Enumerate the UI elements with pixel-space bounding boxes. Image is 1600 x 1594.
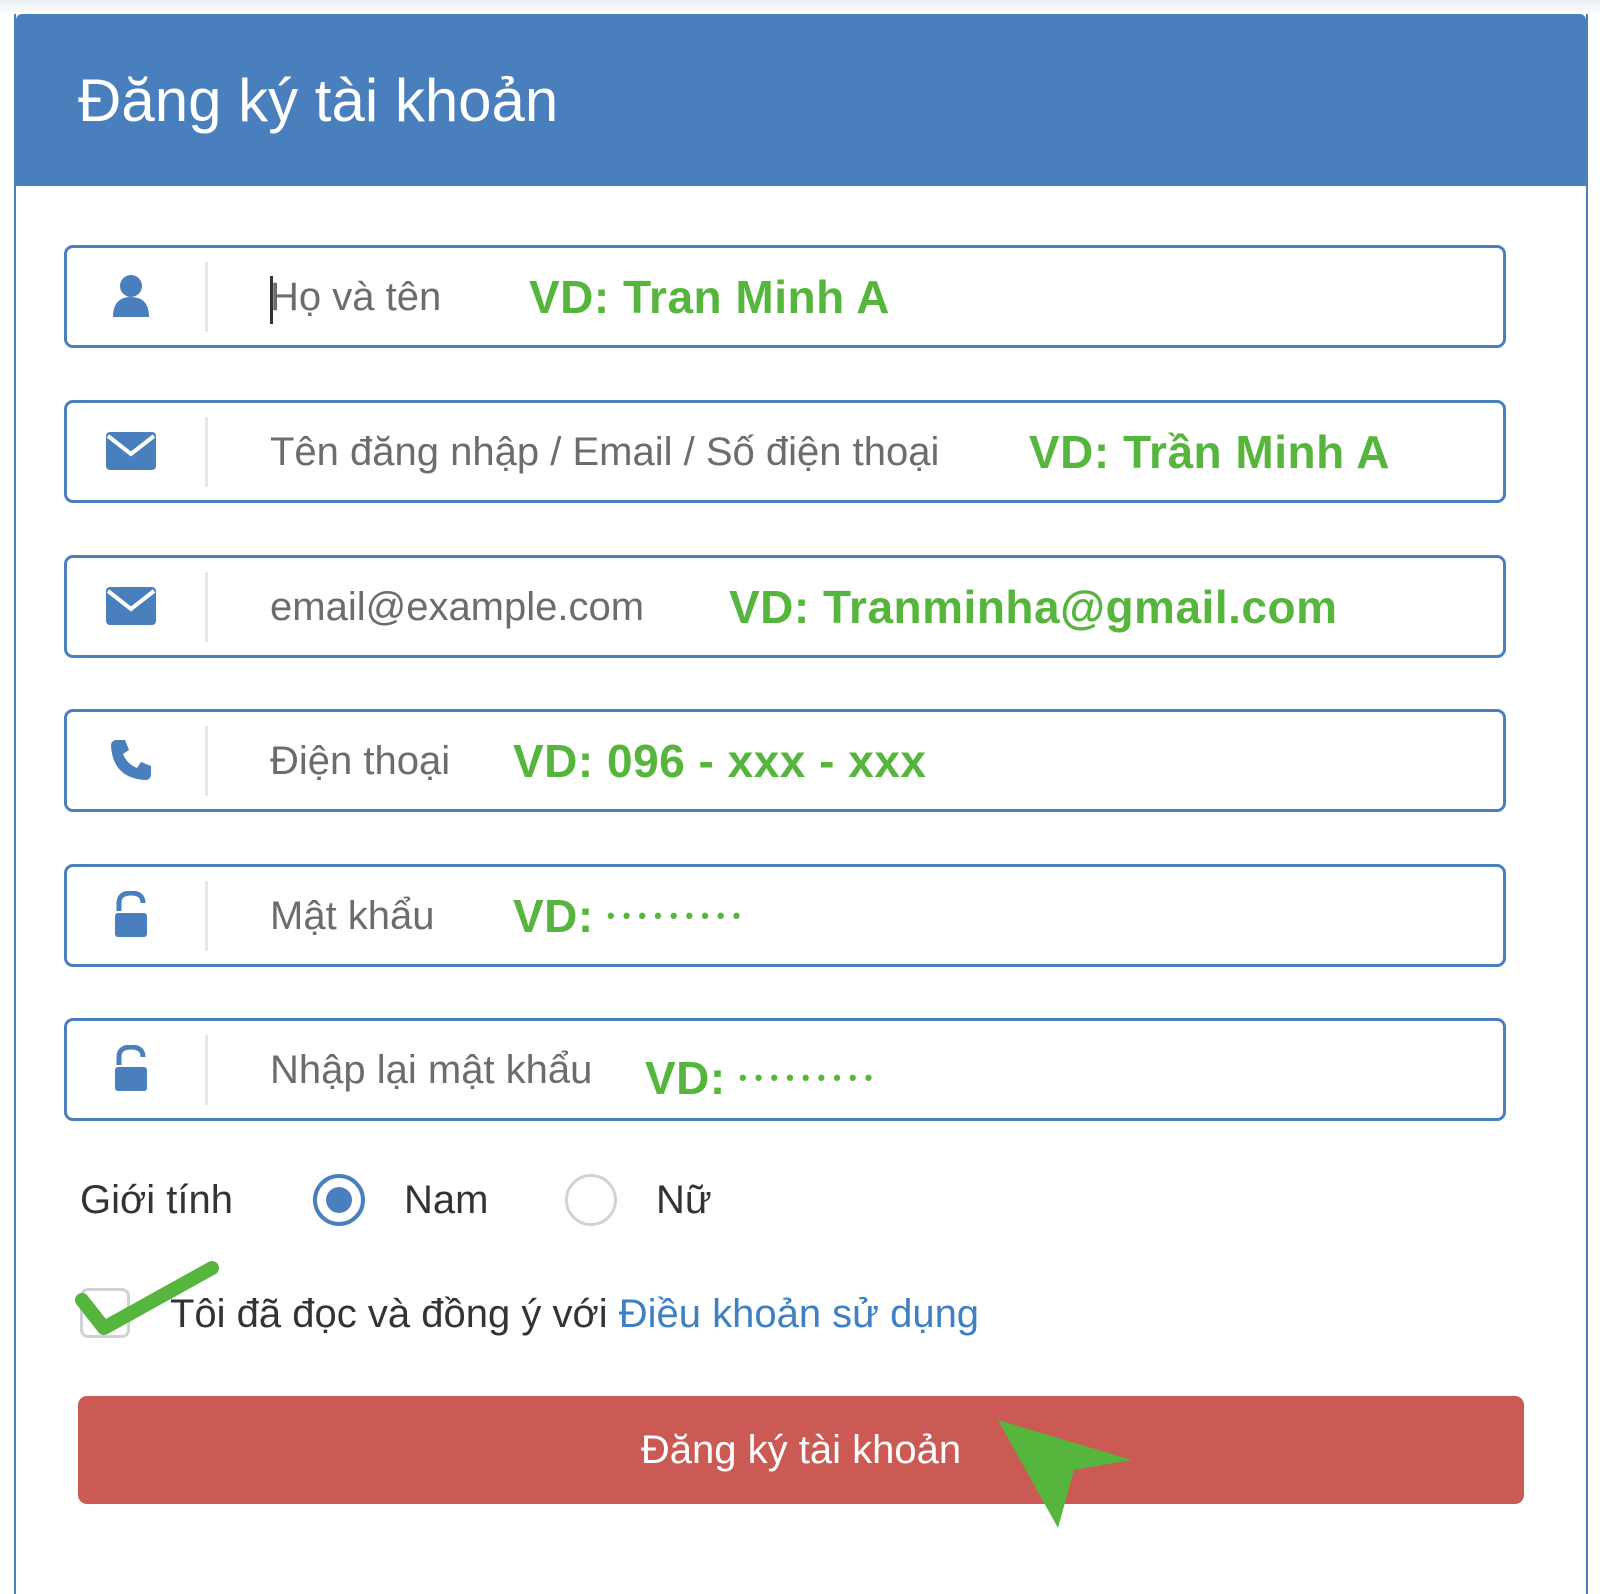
field-separator	[205, 262, 208, 332]
phone-field[interactable]: Điện thoại VD: 096 - xxx - xxx	[64, 709, 1506, 812]
unlock-icon	[101, 1039, 161, 1099]
phone-placeholder: Điện thoại	[270, 739, 451, 783]
gender-radio-male[interactable]	[313, 1174, 365, 1226]
username-field[interactable]: Tên đăng nhập / Email / Số điện thoại VD…	[64, 400, 1506, 503]
email-field[interactable]: email@example.com VD: Tranminha@gmail.co…	[64, 555, 1506, 658]
confirm-password-hint: VD: •••••••••	[645, 1051, 880, 1105]
unlock-icon	[101, 885, 161, 945]
field-separator	[205, 1035, 208, 1105]
panel-header: Đăng ký tài khoản	[16, 14, 1586, 186]
page-title: Đăng ký tài khoản	[78, 67, 559, 134]
terms-text: Tôi đã đọc và đồng ý với Điều khoản sử d…	[170, 1292, 979, 1337]
confirm-password-placeholder: Nhập lại mật khẩu	[270, 1048, 593, 1092]
confirm-password-hint-prefix: VD:	[645, 1052, 726, 1104]
terms-label: Tôi đã đọc và đồng ý với	[170, 1292, 619, 1336]
confirm-password-field[interactable]: Nhập lại mật khẩu VD: •••••••••	[64, 1018, 1506, 1121]
field-separator	[205, 726, 208, 796]
username-placeholder: Tên đăng nhập / Email / Số điện thoại	[270, 430, 940, 474]
phone-hint: VD: 096 - xxx - xxx	[513, 735, 927, 787]
fullname-field[interactable]: Họ và tên VD: Tran Minh A	[64, 245, 1506, 348]
email-placeholder: email@example.com	[270, 585, 645, 629]
fullname-placeholder: Họ và tên	[270, 275, 442, 319]
email-hint: VD: Tranminha@gmail.com	[729, 581, 1338, 633]
field-separator	[205, 572, 208, 642]
field-separator	[205, 417, 208, 487]
fullname-hint: VD: Tran Minh A	[529, 271, 891, 323]
gender-label-male: Nam	[404, 1178, 489, 1222]
username-hint: VD: Trần Minh A	[1029, 426, 1391, 478]
envelope-icon	[101, 576, 161, 636]
terms-link[interactable]: Điều khoản sử dụng	[619, 1292, 979, 1336]
gender-radio-female[interactable]	[565, 1174, 617, 1226]
confirm-password-hint-dots: •••••••••	[739, 1065, 881, 1090]
top-strip	[0, 0, 1600, 14]
user-icon	[101, 266, 161, 326]
field-separator	[205, 881, 208, 951]
password-field[interactable]: Mật khẩu VD: •••••••••	[64, 864, 1506, 967]
gender-label-female: Nữ	[656, 1178, 712, 1222]
password-hint-prefix: VD:	[513, 890, 594, 942]
register-button[interactable]: Đăng ký tài khoản	[78, 1396, 1524, 1504]
terms-checkbox[interactable]	[80, 1288, 130, 1338]
password-hint: VD: •••••••••	[513, 889, 748, 943]
phone-icon	[101, 730, 161, 790]
envelope-icon	[101, 421, 161, 481]
password-hint-dots: •••••••••	[607, 903, 749, 928]
password-placeholder: Mật khẩu	[270, 894, 435, 938]
gender-label: Giới tính	[80, 1178, 233, 1222]
